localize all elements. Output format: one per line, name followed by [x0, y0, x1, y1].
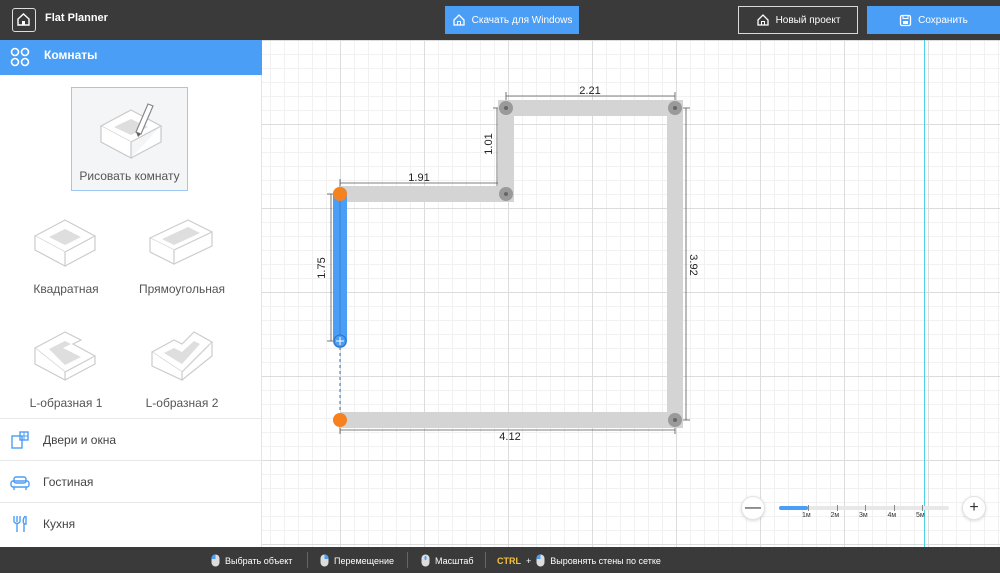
hint-move: Перемещение — [320, 554, 394, 567]
floor-plan[interactable]: 2.21 1.01 1.91 3.92 4.12 1.75 — [0, 0, 1000, 573]
zoom-in-button[interactable]: + — [962, 496, 986, 520]
zoom-scale-tick-mark — [836, 505, 838, 511]
status-separator — [485, 552, 486, 568]
dim-step-width: 1.91 — [408, 172, 429, 184]
end-node[interactable] — [333, 413, 347, 427]
zoom-out-button[interactable]: — — [741, 496, 765, 520]
status-separator — [407, 552, 408, 568]
mouse-left-icon — [211, 554, 220, 567]
hint-zoom-label: Масштаб — [435, 555, 474, 566]
zoom-scale-tick-mark — [865, 505, 866, 511]
dim-top: 2.21 — [579, 85, 600, 97]
mouse-wheel-icon — [421, 554, 430, 567]
move-handle-icon[interactable] — [333, 334, 347, 348]
plus-label: + — [526, 555, 532, 566]
hint-select-label: Выбрать объект — [225, 555, 293, 566]
hint-align: CTRL + Выровнять стены по сетке — [497, 554, 661, 567]
dim-bottom: 4.12 — [499, 431, 520, 443]
zoom-scale-tick-label: 2м — [830, 512, 840, 519]
status-separator — [307, 552, 308, 568]
hint-align-label: Выровнять стены по сетке — [550, 555, 661, 566]
dim-right: 3.92 — [687, 254, 699, 275]
dim-step-height: 1.01 — [483, 133, 495, 154]
zoom-scale-fill — [779, 506, 808, 510]
zoom-scale-tick-label: 5м — [916, 512, 925, 519]
mouse-right-icon — [320, 554, 329, 567]
dim-selected-wall: 1.75 — [316, 257, 328, 278]
wall-node[interactable] — [668, 101, 682, 115]
zoom-scale-tick-mark — [922, 505, 923, 511]
ctrl-key-label: CTRL — [497, 555, 521, 566]
hint-select: Выбрать объект — [211, 554, 292, 567]
wall-node[interactable] — [499, 101, 513, 115]
mouse-left-icon — [536, 554, 545, 567]
wall-node[interactable] — [499, 187, 513, 201]
zoom-scale-tick-label: 4м — [887, 512, 897, 519]
wall-node[interactable] — [668, 413, 682, 427]
zoom-scale-tick-mark — [808, 505, 809, 511]
status-bar: Выбрать объект Перемещение Масштаб CTRL … — [0, 547, 1000, 573]
zoom-scale-tick-label: 1м — [802, 512, 811, 519]
hint-zoom: Масштаб — [421, 554, 474, 567]
room-walls[interactable] — [340, 100, 683, 428]
start-node[interactable] — [333, 187, 347, 201]
hint-move-label: Перемещение — [334, 555, 394, 566]
zoom-scale-tick-label: 3м — [859, 512, 868, 519]
zoom-scale-track[interactable] — [779, 506, 949, 510]
zoom-scale-tick-mark — [893, 505, 895, 511]
